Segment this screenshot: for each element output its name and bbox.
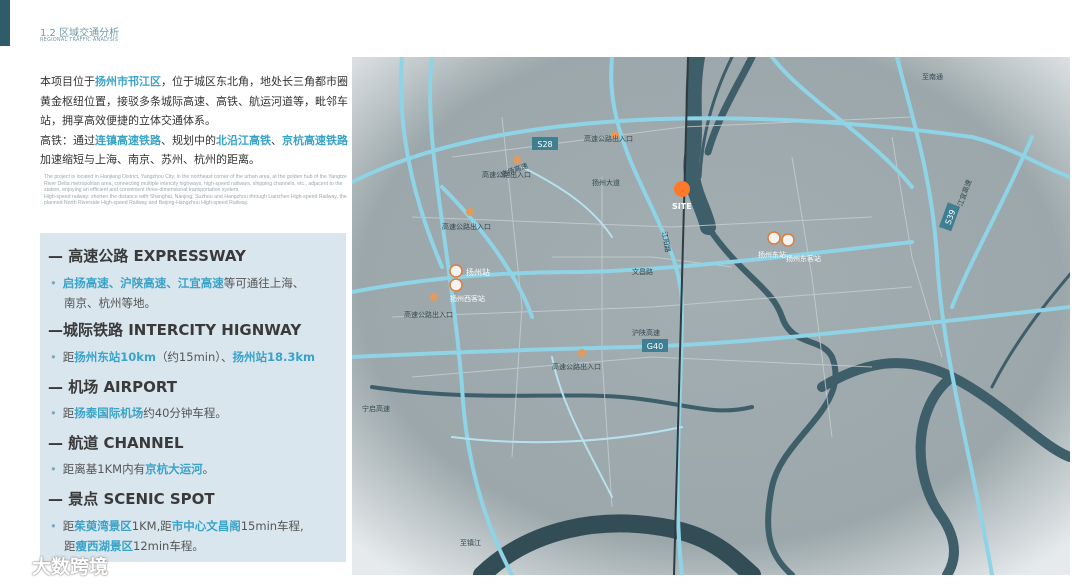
label-ent3: 高速公路出入口 <box>442 222 491 231</box>
section-body-scenic: • 距茱萸湾景区1KM,距市中心文昌阁15min车程, 距瘦西湖景区12min车程… <box>50 519 304 553</box>
section-body-expressway: • 启扬高速、沪陕高速、江宜高速等可通往上海、 南京、杭州等地。 <box>50 276 305 310</box>
label-ninghai: 宁启高速 <box>362 404 390 413</box>
label-huishan: 沪陕高速 <box>632 328 660 337</box>
label-hutong: 扬州大道 <box>592 178 620 187</box>
shield-s28: S28 <box>532 137 558 150</box>
entrance-marker <box>578 349 586 357</box>
svg-text:扬州东站: 扬州东站 <box>758 250 786 259</box>
section-heading-scenic: — 景点 SCENIC SPOT <box>48 490 215 508</box>
page-subtitle: REGIONAL TRAFFIC ANALYSIS <box>40 37 119 43</box>
label-suijiang: 至镇江 <box>460 538 481 547</box>
entrance-marker <box>430 293 438 301</box>
svg-text:SITE: SITE <box>672 202 692 211</box>
section-body-intercity: • 距扬州东站10km（约15min）、扬州站18.3km <box>50 350 316 364</box>
accent-bar <box>0 0 10 46</box>
label-wenchang: 文昌路 <box>632 267 653 276</box>
label-ent4: 高速公路出入口 <box>404 310 453 319</box>
shield-g40: G40 <box>642 339 668 352</box>
svg-text:S28: S28 <box>537 140 552 149</box>
svg-text:扬州西客站: 扬州西客站 <box>450 294 485 303</box>
logo-icon <box>7 560 29 575</box>
section-body-airport: • 距扬泰国际机场约40分钟车程。 <box>50 406 227 420</box>
entrance-marker <box>466 208 474 216</box>
section-body-channel: • 距离基1KM内有京杭大运河。 <box>50 462 215 476</box>
section-heading-channel: — 航道 CHANNEL <box>48 434 184 452</box>
intro-text: 本项目位于扬州市邗江区，位于城区东北角，地处长三角都市圈黄金枢纽位置，接驳多条城… <box>40 75 348 166</box>
label-ent5: 高速公路出入口 <box>552 362 601 371</box>
section-heading-intercity: —城际铁路 INTERCITY HIGNWAY <box>48 321 302 339</box>
svg-text:扬州站: 扬州站 <box>466 267 490 277</box>
svg-text:G40: G40 <box>647 342 663 351</box>
label-ent1: 高速公路出入口 <box>584 134 633 143</box>
section-heading-airport: — 机场 AIRPORT <box>48 378 178 396</box>
intro-english: The project is located in Hanjiang Distr… <box>44 174 347 206</box>
watermark: 大数跨境 <box>6 552 108 579</box>
traffic-map: S28 S39 G40 高速公路出入口 高速公路出入口 高速公路出入口 高速公路… <box>352 57 1070 575</box>
label-nantong: 至南通 <box>922 72 943 81</box>
section-heading-expressway: — 高速公路 EXPRESSWAY <box>48 247 246 265</box>
svg-text:扬州东客站: 扬州东客站 <box>786 254 821 263</box>
entrance-marker <box>513 156 521 164</box>
traffic-panel: — 高速公路 EXPRESSWAY • 启扬高速、沪陕高速、江宜高速等可通往上海、… <box>40 233 346 562</box>
